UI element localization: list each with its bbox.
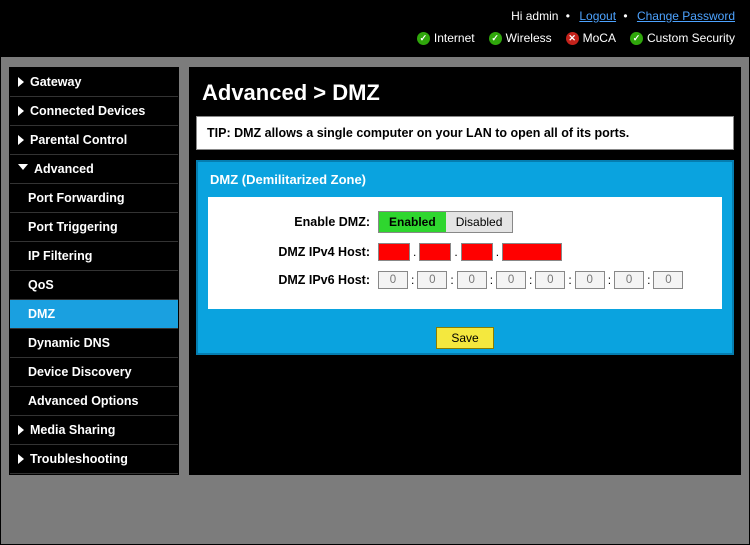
enabled-option[interactable]: Enabled xyxy=(379,212,446,232)
sidebar-item-device-discovery[interactable]: Device Discovery xyxy=(10,358,178,387)
ipv6-seg-3[interactable] xyxy=(457,271,487,289)
ipv6-seg-6[interactable] xyxy=(575,271,605,289)
sidebar: Gateway Connected Devices Parental Contr… xyxy=(9,67,179,475)
action-row: Save xyxy=(198,319,732,353)
caret-right-icon xyxy=(18,454,24,464)
sidebar-item-qos[interactable]: QoS xyxy=(10,271,178,300)
status-wireless: ✓ Wireless xyxy=(489,31,552,45)
ipv6-seg-8[interactable] xyxy=(653,271,683,289)
status-internet: ✓ Internet xyxy=(417,31,475,45)
caret-right-icon xyxy=(18,77,24,87)
sidebar-item-dmz[interactable]: DMZ xyxy=(10,300,178,329)
sidebar-item-ip-filtering[interactable]: IP Filtering xyxy=(10,242,178,271)
sidebar-item-connected-devices[interactable]: Connected Devices xyxy=(10,97,178,126)
caret-right-icon xyxy=(18,106,24,116)
sidebar-item-port-forwarding[interactable]: Port Forwarding xyxy=(10,184,178,213)
logout-link[interactable]: Logout xyxy=(579,9,616,23)
enable-dmz-toggle[interactable]: Enabled Disabled xyxy=(378,211,513,233)
disabled-option[interactable]: Disabled xyxy=(446,212,513,232)
main-content: Advanced > DMZ TIP: DMZ allows a single … xyxy=(189,67,741,475)
ipv6-seg-7[interactable] xyxy=(614,271,644,289)
tip-box: TIP: DMZ allows a single computer on you… xyxy=(196,116,734,150)
ipv6-input-group: : : : : : : : xyxy=(378,271,683,289)
panel-body: Enable DMZ: Enabled Disabled DMZ IPv4 Ho… xyxy=(208,197,722,309)
sidebar-item-troubleshooting[interactable]: Troubleshooting xyxy=(10,445,178,474)
top-bar: Hi admin • Logout • Change Password ✓ In… xyxy=(1,1,749,57)
change-password-link[interactable]: Change Password xyxy=(637,9,735,23)
caret-right-icon xyxy=(18,135,24,145)
sidebar-item-media-sharing[interactable]: Media Sharing xyxy=(10,416,178,445)
ipv6-seg-5[interactable] xyxy=(535,271,565,289)
ipv6-seg-4[interactable] xyxy=(496,271,526,289)
caret-down-icon xyxy=(18,164,28,175)
check-icon: ✓ xyxy=(417,32,430,45)
enable-dmz-row: Enable DMZ: Enabled Disabled xyxy=(218,211,712,233)
status-custom-security: ✓ Custom Security xyxy=(630,31,735,45)
ipv4-host-row: DMZ IPv4 Host: . . . xyxy=(218,243,712,261)
greeting-text: Hi admin xyxy=(511,9,558,23)
sidebar-item-gateway[interactable]: Gateway xyxy=(10,68,178,97)
status-moca: ✕ MoCA xyxy=(566,31,616,45)
save-button[interactable]: Save xyxy=(436,327,493,349)
status-row: ✓ Internet ✓ Wireless ✕ MoCA ✓ Custom Se… xyxy=(417,31,735,45)
sidebar-item-dynamic-dns[interactable]: Dynamic DNS xyxy=(10,329,178,358)
ipv4-octet-3[interactable] xyxy=(461,243,493,261)
ipv6-host-row: DMZ IPv6 Host: : : : : : : : xyxy=(218,271,712,289)
user-links: Hi admin • Logout • Change Password xyxy=(507,9,735,23)
ipv4-octet-1[interactable] xyxy=(378,243,410,261)
sidebar-item-advanced[interactable]: Advanced xyxy=(10,155,178,184)
sidebar-item-advanced-options[interactable]: Advanced Options xyxy=(10,387,178,416)
ipv4-host-label: DMZ IPv4 Host: xyxy=(218,245,378,259)
check-icon: ✓ xyxy=(630,32,643,45)
ipv6-seg-1[interactable] xyxy=(378,271,408,289)
ipv6-seg-2[interactable] xyxy=(417,271,447,289)
ipv6-host-label: DMZ IPv6 Host: xyxy=(218,273,378,287)
caret-right-icon xyxy=(18,425,24,435)
dmz-panel: DMZ (Demilitarized Zone) Enable DMZ: Ena… xyxy=(196,160,734,355)
enable-dmz-label: Enable DMZ: xyxy=(218,215,378,229)
ipv4-octet-2[interactable] xyxy=(419,243,451,261)
ipv4-input-group: . . . xyxy=(378,243,562,261)
check-icon: ✓ xyxy=(489,32,502,45)
sidebar-item-port-triggering[interactable]: Port Triggering xyxy=(10,213,178,242)
sidebar-item-parental-control[interactable]: Parental Control xyxy=(10,126,178,155)
x-icon: ✕ xyxy=(566,32,579,45)
page-title: Advanced > DMZ xyxy=(196,74,734,116)
ipv4-octet-4[interactable] xyxy=(502,243,562,261)
panel-title: DMZ (Demilitarized Zone) xyxy=(198,162,732,197)
